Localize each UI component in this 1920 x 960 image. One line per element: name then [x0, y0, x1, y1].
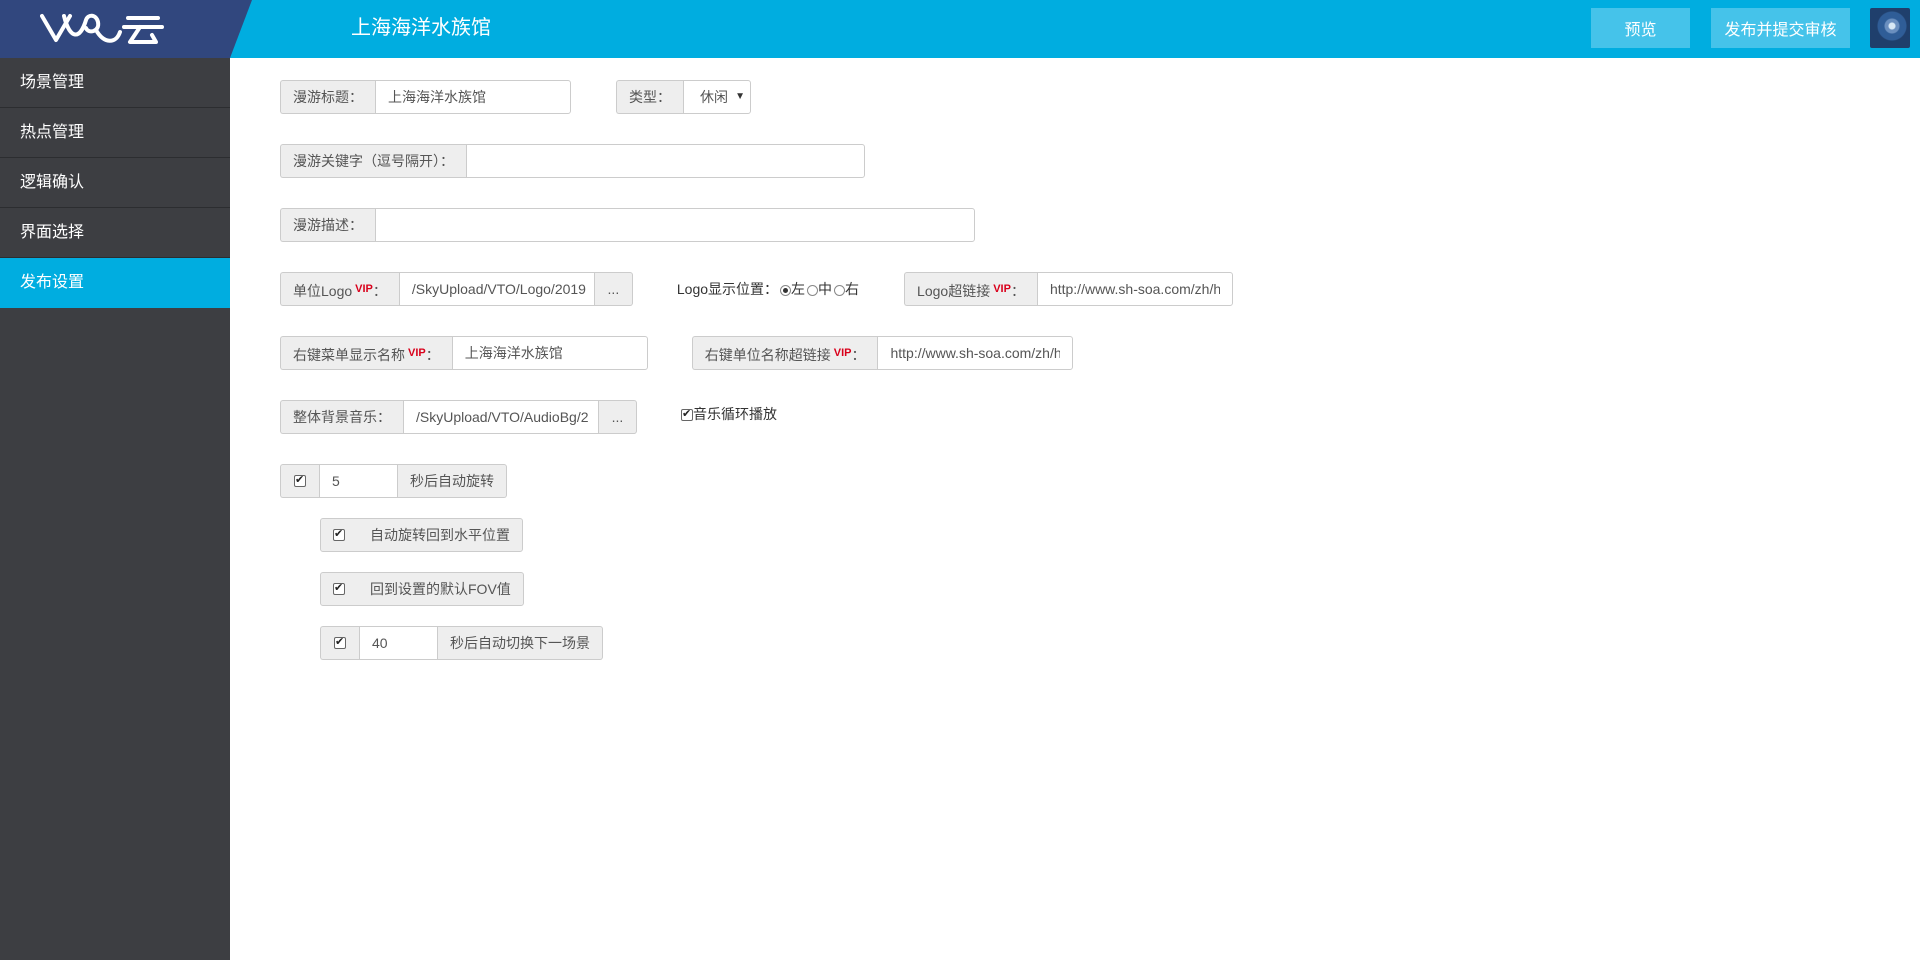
auto-rotate-row: 秒后自动旋转 — [280, 464, 507, 498]
logo-link-label-text: Logo超链接 — [917, 283, 991, 299]
return-horizontal-label: 自动旋转回到水平位置 — [370, 527, 510, 543]
bgm-row: 整体背景音乐： /SkyUpload/VTO/AudioBg/2 ... 音乐循… — [280, 400, 777, 434]
unit-link-group: 右键单位名称超链接 VIP： — [691, 336, 1074, 370]
sidebar: 场景管理 热点管理 逻辑确认 界面选择 发布设置 — [0, 58, 230, 960]
publish-submit-button[interactable]: 发布并提交审核 — [1711, 8, 1850, 48]
keywords-label: 漫游关键字（逗号隔开）： — [280, 144, 466, 178]
auto-switch-suffix: 秒后自动切换下一场景 — [438, 626, 603, 660]
unit-link-input[interactable] — [877, 336, 1074, 370]
menu-name-input[interactable] — [451, 336, 648, 370]
auto-rotate-seconds-input[interactable] — [319, 464, 398, 498]
colon: ： — [1010, 283, 1025, 299]
unit-link-label-text: 右键单位名称超链接 — [704, 347, 831, 363]
keywords-row: 漫游关键字（逗号隔开）： — [280, 144, 865, 178]
auto-rotate-suffix: 秒后自动旋转 — [398, 464, 507, 498]
colon: ： — [372, 283, 387, 299]
title-label: 漫游标题： — [280, 80, 375, 114]
sidebar-item-publish-settings[interactable]: 发布设置 — [0, 258, 230, 308]
sidebar-item-scene-management[interactable]: 场景管理 — [0, 58, 230, 108]
logo-pos-left-radio[interactable] — [780, 284, 792, 296]
description-group: 漫游描述： — [280, 208, 975, 242]
logo-label-text: 单位Logo — [293, 283, 353, 299]
logo-link-input[interactable] — [1036, 272, 1233, 306]
logo-area — [0, 0, 252, 58]
return-horizontal-group: 自动旋转回到水平位置 — [320, 518, 523, 552]
vip-badge: VIP — [833, 347, 852, 359]
return-fov-checkbox[interactable] — [333, 581, 345, 595]
return-fov-label: 回到设置的默认FOV值 — [370, 581, 511, 597]
keywords-input[interactable] — [466, 144, 865, 178]
type-group: 类型： 休闲 ▼ — [616, 80, 751, 114]
logo-link-group: Logo超链接 VIP： — [904, 272, 1233, 306]
title-row: 漫游标题： 类型： 休闲 ▼ — [280, 80, 751, 114]
logo-path-field[interactable]: /SkyUpload/VTO/Logo/2019 — [398, 272, 595, 306]
auto-switch-checkbox-addon — [320, 626, 359, 660]
preview-button[interactable]: 预览 — [1591, 8, 1690, 48]
logo-position-label: Logo显示位置： — [676, 281, 779, 297]
bgm-group: 整体背景音乐： /SkyUpload/VTO/AudioBg/2 ... — [280, 400, 637, 434]
publish-settings-form: 漫游标题： 类型： 休闲 ▼ 漫游关键字（逗号隔开）： 漫游描述： 单位Logo… — [230, 58, 1920, 960]
logo-browse-button[interactable]: ... — [594, 272, 633, 306]
description-row: 漫游描述： — [280, 208, 975, 242]
keywords-group: 漫游关键字（逗号隔开）： — [280, 144, 865, 178]
logo-row: 单位Logo VIP： /SkyUpload/VTO/Logo/2019 ... … — [280, 272, 1233, 306]
menu-name-label-text: 右键菜单显示名称 — [293, 347, 405, 363]
unit-link-label: 右键单位名称超链接 VIP： — [691, 336, 878, 370]
bgm-browse-button[interactable]: ... — [599, 400, 637, 434]
logo-pos-center-label: 中 — [818, 281, 833, 297]
menu-name-group: 右键菜单显示名称 VIP： — [280, 336, 648, 370]
auto-rotate-checkbox[interactable] — [294, 473, 306, 487]
colon: ： — [851, 347, 866, 363]
auto-rotate-group: 秒后自动旋转 — [280, 464, 507, 498]
auto-switch-seconds-input[interactable] — [359, 626, 438, 660]
description-input[interactable] — [375, 208, 975, 242]
return-fov-row: 回到设置的默认FOV值 — [320, 572, 524, 606]
auto-switch-checkbox[interactable] — [334, 635, 346, 649]
loop-checkbox[interactable] — [681, 407, 693, 422]
sidebar-item-interface-select[interactable]: 界面选择 — [0, 208, 230, 258]
sidebar-item-logic-confirm[interactable]: 逻辑确认 — [0, 158, 230, 208]
vip-badge: VIP — [408, 347, 426, 359]
bgm-path-field[interactable]: /SkyUpload/VTO/AudioBg/2 — [403, 400, 599, 434]
auto-switch-row: 秒后自动切换下一场景 — [320, 626, 603, 660]
caret-down-icon: ▼ — [735, 91, 745, 102]
vip-badge: VIP — [355, 283, 373, 295]
auto-switch-group: 秒后自动切换下一场景 — [320, 626, 603, 660]
auto-rotate-checkbox-addon — [280, 464, 319, 498]
loop-group: 音乐循环播放 — [681, 404, 777, 424]
title-input[interactable] — [375, 80, 571, 114]
title-group: 漫游标题： — [280, 80, 571, 114]
logo-group: 单位Logo VIP： /SkyUpload/VTO/Logo/2019 ... — [280, 272, 633, 306]
vip-badge: VIP — [993, 283, 1011, 295]
logo-pos-center-radio[interactable] — [807, 284, 819, 296]
colon: ： — [425, 347, 440, 363]
logo-pos-left-label: 左 — [791, 281, 806, 297]
logo-label: 单位Logo VIP： — [280, 272, 399, 306]
sidebar-item-hotspot-management[interactable]: 热点管理 — [0, 108, 230, 158]
menu-name-label: 右键菜单显示名称 VIP： — [280, 336, 452, 370]
logo-position-group: Logo显示位置： 左中右 — [677, 279, 859, 299]
return-horizontal-checkbox[interactable] — [333, 527, 345, 541]
return-fov-group: 回到设置的默认FOV值 — [320, 572, 524, 606]
description-label: 漫游描述： — [280, 208, 375, 242]
logo-link-label: Logo超链接 VIP： — [904, 272, 1037, 306]
type-label: 类型： — [616, 80, 683, 114]
app-title: 上海海洋水族馆 — [351, 17, 491, 39]
logo-pos-right-label: 右 — [845, 281, 860, 297]
vr-cloud-logo — [40, 13, 164, 44]
type-select-value: 休闲 — [700, 89, 728, 105]
loop-label: 音乐循环播放 — [693, 406, 777, 422]
bgm-label: 整体背景音乐： — [280, 400, 403, 434]
return-horizontal-row: 自动旋转回到水平位置 — [320, 518, 523, 552]
type-select[interactable]: 休闲 ▼ — [683, 80, 751, 114]
context-menu-row: 右键菜单显示名称VIP： 右键单位名称超链接VIP： — [280, 336, 1074, 370]
logo-pos-right-radio[interactable] — [834, 284, 846, 296]
top-header: 上海海洋水族馆 预览 发布并提交审核 — [0, 0, 1920, 58]
user-avatar[interactable] — [1870, 8, 1910, 48]
